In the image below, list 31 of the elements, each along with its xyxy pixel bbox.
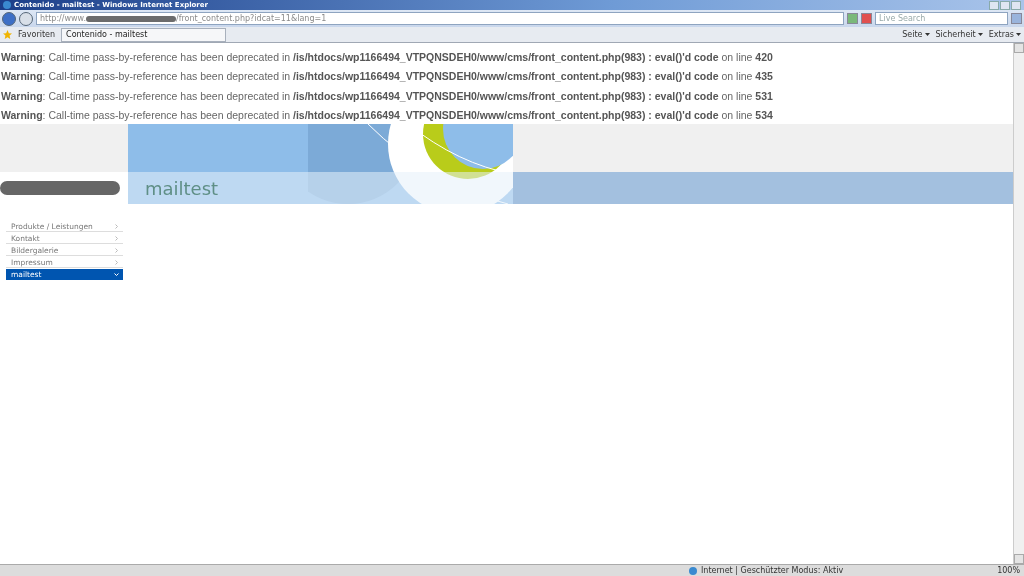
warning-message: Warning: Call-time pass-by-reference has been deprecated in /is/htdocs/wp1166494_VTPQNSDEH0/www/cms/front_content.php(983) : eval()'d code on line 531 — [0, 88, 774, 104]
command-menu[interactable]: Sicherheit — [935, 30, 983, 39]
scrollbar[interactable] — [1013, 43, 1024, 564]
chevron-down-icon — [114, 271, 119, 277]
forward-button[interactable] — [19, 11, 33, 26]
back-button[interactable] — [2, 11, 16, 26]
warning-message: Warning: Call-time pass-by-reference has been deprecated in /is/htdocs/wp1166494_VTPQNSDEH0/www/cms/front_content.php(983) : eval()'d code on line 420 — [0, 50, 774, 65]
url-text: /front_content.php?idcat=11&lang=1 — [175, 14, 327, 23]
security-zone: Internet | Geschützter Modus: Aktiv — [700, 566, 844, 575]
caret-icon — [977, 33, 983, 36]
url-text: http://www. — [40, 14, 86, 23]
zoom-control[interactable]: 100% — [997, 566, 1020, 575]
globe-icon — [688, 566, 697, 575]
caret-icon — [1016, 33, 1021, 36]
close-button[interactable] — [1011, 0, 1021, 10]
warning-message: Warning: Call-time pass-by-reference has been deprecated in /is/htdocs/wp1166494_VTPQNSDEH0/www/cms/front_content.php(983) : eval()'d code on line 534 — [0, 107, 774, 123]
refresh-button[interactable] — [847, 13, 858, 24]
maximize-button[interactable] — [1000, 0, 1010, 10]
browser-icon — [3, 1, 11, 9]
browser-tab[interactable]: Contenido - mailtest — [61, 27, 227, 42]
warning-message: Warning: Call-time pass-by-reference has been deprecated in /is/htdocs/wp1166494_VTPQNSDEH0/www/cms/front_content.php(983) : eval()'d code on line 435 — [0, 69, 774, 85]
address-field[interactable]: http://www. /front_content.php?idcat=11&lang=1 — [36, 12, 844, 25]
page-title: mailtest — [145, 177, 219, 199]
star-icon — [3, 30, 12, 39]
command-menu[interactable]: Extras — [988, 30, 1021, 39]
favorites-button[interactable]: Favoriten — [18, 30, 56, 39]
command-menu[interactable]: Seite — [902, 30, 930, 39]
search-button[interactable] — [1011, 13, 1022, 24]
minimize-button[interactable] — [989, 0, 999, 10]
stop-button[interactable] — [861, 13, 872, 24]
caret-icon — [924, 33, 930, 36]
